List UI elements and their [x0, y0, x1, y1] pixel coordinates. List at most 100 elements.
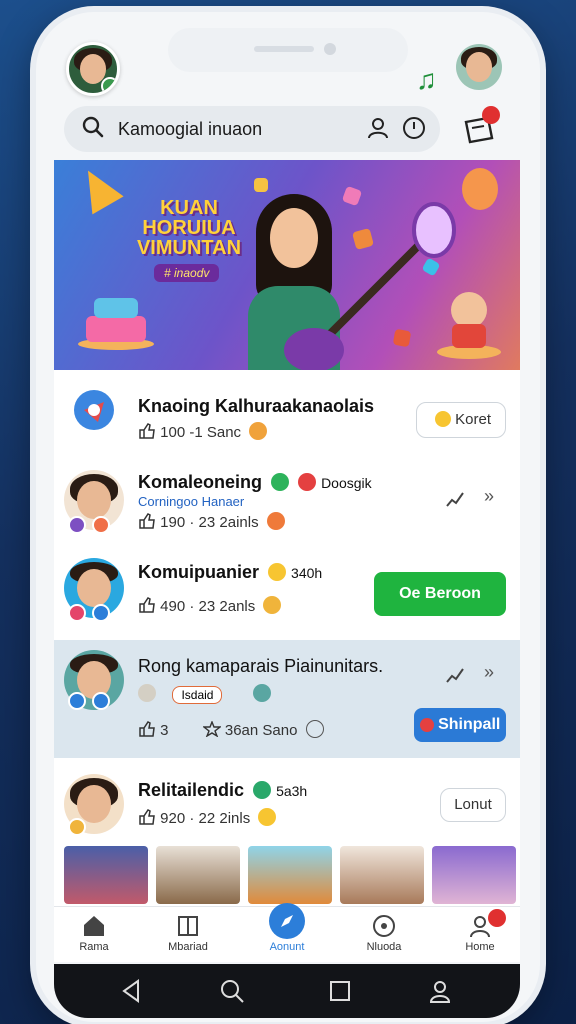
list-item[interactable]: Relitailendic 5a3h 920 · 22 2inls Lonut — [54, 766, 520, 846]
tag-chip[interactable]: Isdaid — [172, 686, 223, 704]
photo-thumbnail[interactable] — [340, 846, 424, 904]
stats-text: 100 -1 Sanc — [160, 424, 242, 441]
chevron-right-icon[interactable]: » — [484, 662, 494, 683]
share-icon[interactable] — [444, 664, 466, 686]
action-button[interactable]: Koret — [416, 402, 506, 438]
chevron-right-icon[interactable]: » — [484, 486, 494, 507]
photo-thumbnail[interactable] — [248, 846, 332, 904]
user-icon[interactable] — [366, 116, 390, 140]
banner-tag: # inaodv — [154, 264, 220, 282]
music-disc-icon — [373, 915, 395, 937]
row-subtitle: Corningoo Hanaer — [138, 494, 245, 509]
photo-thumbnail[interactable] — [432, 846, 516, 904]
row-title: Komaleoneing Doosgik — [138, 472, 372, 493]
level-badge — [92, 692, 110, 710]
row-stats: 490 · 23 2anls — [138, 596, 282, 615]
row-stats: 3 36an Sano — [138, 720, 324, 739]
search-bar[interactable]: Kamoogial inuaon — [64, 106, 440, 152]
avatar-face — [77, 480, 111, 520]
cake-illustration — [78, 298, 154, 350]
promo-banner[interactable]: KUAN HORUIUA VIMUNTAN # inaodv — [54, 160, 520, 370]
join-button[interactable]: Oe Beroon — [374, 572, 506, 616]
list-item[interactable]: Knaoing Kalhuraakanaolais 100 -1 Sanc Ko… — [54, 370, 520, 448]
gift-mini-icon — [419, 718, 434, 732]
role-badge — [68, 604, 86, 622]
level-badge — [92, 604, 110, 622]
profile-avatar[interactable] — [456, 44, 502, 90]
like-icon — [139, 597, 155, 613]
online-badge — [101, 77, 117, 93]
emoji-icon — [263, 596, 282, 614]
likes-count: 3 — [160, 722, 169, 739]
title-text: Komaleoneing — [138, 472, 263, 492]
bottom-tab-bar: Rama Mbariad Aonunt Nluoda Home — [54, 903, 520, 962]
title-extra: 340h — [291, 565, 323, 581]
title-text: Komuipuanier — [138, 562, 260, 582]
info-icon — [305, 720, 324, 738]
share-icon[interactable] — [444, 488, 466, 510]
compass-glyph — [281, 915, 293, 927]
tab-home[interactable]: Rama — [54, 913, 134, 953]
like-icon — [139, 423, 155, 439]
tab-label: Home — [465, 941, 495, 953]
button-label: Koret — [455, 411, 492, 428]
compass-icon — [269, 903, 305, 939]
notification-badge — [488, 909, 506, 927]
list-item[interactable]: Komuipuanier 340h 490 · 23 2anls Oe Bero… — [54, 548, 520, 632]
share-button[interactable]: Shinpall — [414, 708, 506, 742]
tab-music[interactable]: Nluoda — [344, 913, 424, 953]
back-icon[interactable] — [118, 977, 146, 1005]
row-stats: 920 · 22 2inls — [138, 808, 277, 827]
tab-label: Nluoda — [366, 941, 402, 953]
stats-text: 190 · 23 2ainls — [160, 514, 259, 531]
stats-text: 36an Sano — [224, 722, 298, 739]
tab-box[interactable]: Mbariad — [148, 913, 228, 953]
app-logo — [64, 380, 124, 440]
home-icon — [84, 916, 104, 936]
list-item-highlighted[interactable]: Rong kamaparais Piainunitars. Isdaid 3 3… — [54, 640, 520, 758]
recents-icon[interactable] — [326, 977, 354, 1005]
role-badge — [68, 516, 86, 534]
user-avatar[interactable] — [66, 42, 120, 96]
stats-text: 920 · 22 2inls — [160, 810, 251, 827]
box-icon — [178, 916, 198, 936]
emoji-icon — [258, 808, 277, 826]
emoji-icon — [266, 512, 285, 530]
tab-label: Rama — [79, 941, 109, 953]
row-title: Relitailendic 5a3h — [138, 780, 307, 801]
crown-badge — [68, 818, 86, 836]
emoji-icon — [268, 563, 287, 581]
role-badge — [68, 692, 86, 710]
list-item[interactable]: Komaleoneing Doosgik Corningoo Hanaer 19… — [54, 460, 520, 540]
search-input[interactable]: Kamoogial inuaon — [118, 119, 262, 140]
level-badge — [92, 516, 110, 534]
toy-illustration — [437, 292, 501, 359]
title-extra: Doosgik — [321, 475, 372, 491]
tab-explore[interactable]: Aonunt — [247, 903, 327, 953]
tab-label: Aonunt — [269, 941, 305, 953]
search-icon[interactable] — [218, 977, 246, 1005]
photo-thumbnail[interactable] — [64, 846, 148, 904]
balloon-icon — [462, 168, 498, 210]
like-icon — [139, 809, 155, 825]
stats-text: 490 · 23 2anls — [160, 598, 256, 615]
clock-icon[interactable] — [402, 116, 426, 140]
emoji-icon — [298, 473, 317, 491]
emoji-icon — [252, 684, 271, 702]
row-title: Komuipuanier 340h — [138, 562, 322, 583]
emoji-icon — [249, 422, 268, 440]
title-text: Relitailendic — [138, 780, 245, 800]
music-note-icon[interactable]: ♫ — [416, 64, 437, 96]
avatar-face — [77, 784, 111, 824]
tab-label: Mbariad — [168, 941, 208, 953]
avatar-face — [466, 52, 492, 82]
tab-profile[interactable]: Home — [440, 909, 520, 953]
avatar-face — [77, 568, 111, 608]
like-icon — [139, 513, 155, 529]
globe-icon — [253, 781, 272, 799]
row-tags: Isdaid — [138, 684, 271, 704]
action-button[interactable]: Lonut — [440, 788, 506, 822]
row-title: Knaoing Kalhuraakanaolais — [138, 396, 375, 416]
photo-thumbnail[interactable] — [156, 846, 240, 904]
account-icon[interactable] — [426, 977, 454, 1005]
